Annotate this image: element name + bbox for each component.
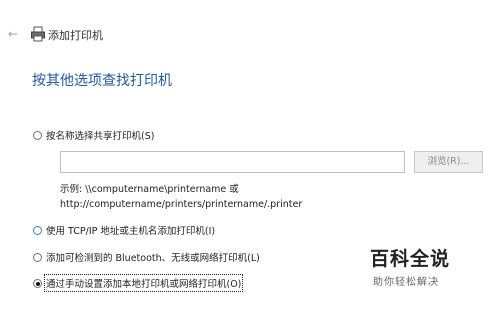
example-line-1: 示例: \\computername\printername 或 [60, 184, 239, 195]
title-bar: ← 添加打印机 [0, 0, 500, 67]
radio-bluetooth-wireless[interactable] [33, 253, 42, 262]
option-label-tcpip[interactable]: 使用 TCP/IP 地址或主机名添加打印机(I) [46, 223, 215, 237]
radio-manual-settings[interactable] [33, 279, 42, 288]
browse-button[interactable]: 浏览(R)... [414, 151, 483, 173]
watermark-subtitle: 助你轻松解决 [373, 277, 439, 288]
shared-printer-name-input[interactable] [60, 151, 405, 173]
page-heading: 按其他选项查找打印机 [32, 73, 172, 89]
option-label-manual-settings[interactable]: 通过手动设置添加本地打印机或网络打印机(O) [43, 274, 244, 292]
window-title: 添加打印机 [48, 29, 103, 42]
example-line-2: http://computername/printers/printername… [60, 199, 303, 210]
option-label-shared-printer[interactable]: 按名称选择共享打印机(S) [46, 128, 154, 142]
back-arrow-icon[interactable]: ← [8, 28, 20, 40]
option-label-bluetooth-wireless[interactable]: 添加可检测到的 Bluetooth、无线或网络打印机(L) [46, 250, 260, 264]
printer-icon [31, 26, 45, 42]
watermark: 百科全说 助你轻松解决 [370, 244, 450, 288]
radio-tcpip[interactable] [33, 226, 42, 235]
watermark-title: 百科全说 [370, 248, 451, 270]
example-text: 示例: \\computername\printername 或 http://… [60, 182, 302, 212]
radio-shared-printer[interactable] [33, 131, 42, 140]
